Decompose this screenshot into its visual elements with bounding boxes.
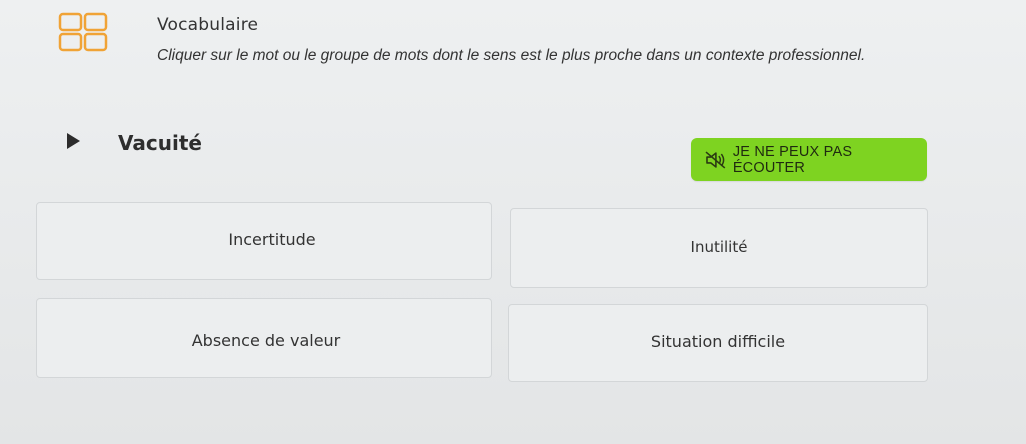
speaker-muted-icon — [705, 150, 726, 169]
answer-option-label: Incertitude — [228, 229, 316, 249]
question-word: Vacuité — [118, 131, 202, 155]
play-button[interactable] — [56, 124, 90, 158]
page-title: Vocabulaire — [157, 15, 259, 35]
cannot-listen-button[interactable]: JE NE PEUX PAS ÉCOUTER — [691, 138, 927, 181]
answer-option-label: Situation difficile — [650, 331, 786, 351]
answer-option-absence-de-valeur[interactable]: Absence de valeur — [36, 298, 492, 378]
instruction-text: Cliquer sur le mot ou le groupe de mots … — [157, 47, 866, 64]
answer-option-incertitude[interactable]: Incertitude — [36, 202, 492, 280]
answer-option-label: Absence de valeur — [191, 330, 341, 350]
play-icon — [66, 133, 80, 149]
grid-icon — [58, 12, 108, 52]
answer-option-label: Inutilité — [690, 238, 748, 256]
cannot-listen-label: JE NE PEUX PAS ÉCOUTER — [732, 143, 853, 176]
answer-option-inutilite[interactable]: Inutilité — [510, 208, 928, 288]
answer-option-situation-difficile[interactable]: Situation difficile — [508, 304, 928, 382]
